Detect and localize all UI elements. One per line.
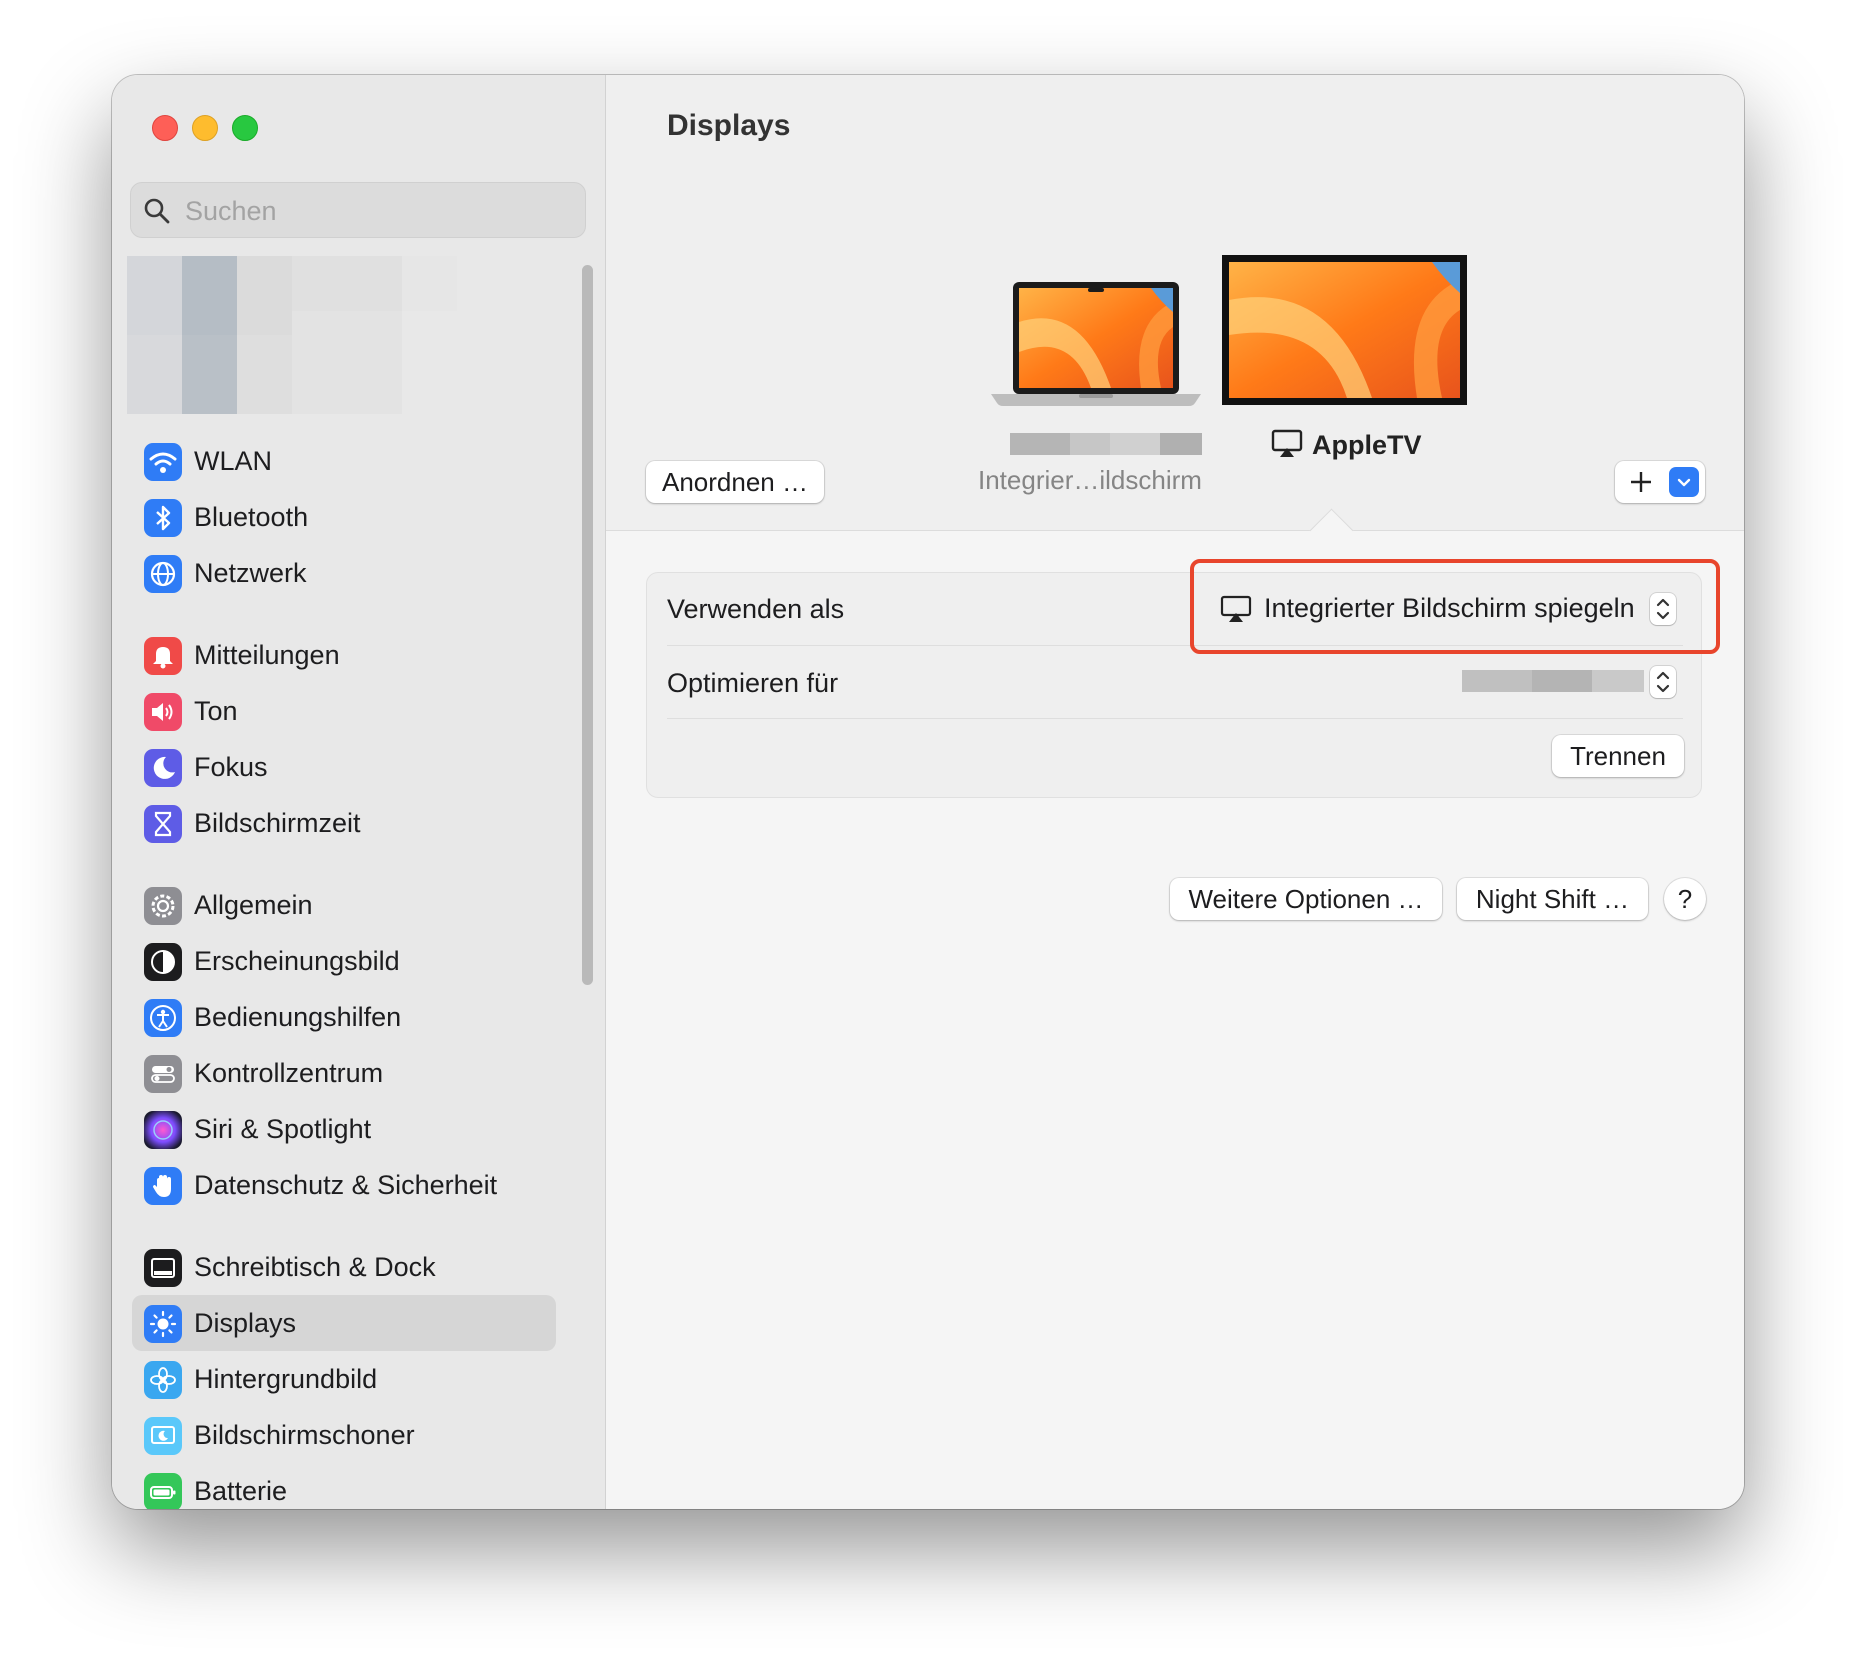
sidebar-item-bluetooth[interactable]: Bluetooth xyxy=(132,489,556,545)
more-options-button[interactable]: Weitere Optionen … xyxy=(1170,878,1442,920)
sun-icon xyxy=(144,1305,182,1343)
sidebar-item-bildschirmzeit[interactable]: Bildschirmzeit xyxy=(132,795,556,851)
plus-icon xyxy=(1631,472,1651,492)
sidebar-item-label: Displays xyxy=(194,1308,297,1338)
sidebar-item-label: Fokus xyxy=(194,752,268,782)
sidebar-item-label: Kontrollzentrum xyxy=(194,1058,384,1088)
toggles-icon xyxy=(144,1055,182,1093)
builtin-display-label[interactable]: Integrier…ildschirm xyxy=(978,465,1202,496)
sidebar-item-bildschirmschoner[interactable]: Bildschirmschoner xyxy=(132,1407,556,1463)
appletv-display-label[interactable]: AppleTV xyxy=(1312,430,1422,461)
sidebar-item-label: Schreibtisch & Dock xyxy=(194,1252,436,1282)
main-content: Displays Integrier…ildschirm AppleTV Ano… xyxy=(606,75,1744,1509)
zoom-window-button[interactable] xyxy=(232,115,258,141)
sidebar-item-label: Batterie xyxy=(194,1476,288,1506)
bell-icon xyxy=(144,637,182,675)
sidebar-item-label: Bildschirmzeit xyxy=(194,808,361,838)
optimize-for-label: Optimieren für xyxy=(667,668,839,698)
sidebar-item-mitteilungen[interactable]: Mitteilungen xyxy=(132,627,556,683)
sidebar-item-fokus[interactable]: Fokus xyxy=(132,739,556,795)
builtin-display-name-redacted xyxy=(1010,433,1202,455)
battery-icon xyxy=(144,1473,182,1509)
row-divider xyxy=(667,718,1683,719)
close-window-button[interactable] xyxy=(152,115,178,141)
help-button[interactable]: ? xyxy=(1664,878,1706,920)
appearance-icon xyxy=(144,943,182,981)
sidebar-item-label: Bedienungshilfen xyxy=(194,1002,402,1032)
sidebar-item-label: Erscheinungsbild xyxy=(194,946,400,976)
sidebar: Suchen WLAN Bluetooth Netzwerk Mitteilun… xyxy=(112,75,606,1509)
sidebar-item-label: Siri & Spotlight xyxy=(194,1114,372,1144)
accessibility-icon xyxy=(144,999,182,1037)
airplay-icon xyxy=(1271,429,1303,457)
account-avatar-pixelated[interactable] xyxy=(127,256,457,414)
screensaver-icon xyxy=(144,1417,182,1455)
sidebar-scrollbar[interactable] xyxy=(582,265,593,985)
system-settings-window: Suchen WLAN Bluetooth Netzwerk Mitteilun… xyxy=(112,75,1744,1509)
sidebar-item-netzwerk[interactable]: Netzwerk xyxy=(132,545,556,601)
sidebar-item-label: Datenschutz & Sicherheit xyxy=(194,1170,498,1200)
add-display-button[interactable] xyxy=(1615,461,1705,503)
add-display-dropdown[interactable] xyxy=(1669,467,1699,497)
appletv-display-thumbnail[interactable] xyxy=(1222,255,1467,405)
arrange-button[interactable]: Anordnen … xyxy=(646,461,824,503)
hand-icon xyxy=(144,1167,182,1205)
optimize-for-stepper[interactable] xyxy=(1650,666,1676,698)
sidebar-item-label: Mitteilungen xyxy=(194,640,340,670)
globe-icon xyxy=(144,555,182,593)
sidebar-item-label: Hintergrundbild xyxy=(194,1364,378,1394)
sidebar-item-label: Bluetooth xyxy=(194,502,309,532)
magnifier-icon xyxy=(144,198,170,224)
search-field[interactable]: Suchen xyxy=(130,182,586,238)
builtin-display-thumbnail[interactable] xyxy=(991,282,1201,407)
sidebar-item-label: Allgemein xyxy=(194,890,313,920)
page-title: Displays xyxy=(667,109,791,142)
sidebar-item-label: Netzwerk xyxy=(194,558,307,588)
sidebar-item-wlan[interactable]: WLAN xyxy=(132,433,556,489)
sidebar-item-schreibtisch-dock[interactable]: Schreibtisch & Dock xyxy=(132,1239,556,1295)
disconnect-button[interactable]: Trennen xyxy=(1552,735,1684,777)
sidebar-item-siri-spotlight[interactable]: Siri & Spotlight xyxy=(132,1101,556,1157)
highlight-annotation xyxy=(1190,559,1720,654)
gear-icon xyxy=(144,887,182,925)
sidebar-item-datenschutz[interactable]: Datenschutz & Sicherheit xyxy=(132,1157,556,1213)
sidebar-item-label: Ton xyxy=(194,696,238,726)
wifi-icon xyxy=(144,443,182,481)
sidebar-item-displays[interactable]: Displays xyxy=(132,1295,556,1351)
sidebar-item-bedienungshilfen[interactable]: Bedienungshilfen xyxy=(132,989,556,1045)
sidebar-item-label: WLAN xyxy=(194,446,273,476)
search-placeholder: Suchen xyxy=(185,196,277,226)
minimize-window-button[interactable] xyxy=(192,115,218,141)
moon-icon xyxy=(144,749,182,787)
use-as-label: Verwenden als xyxy=(667,594,845,624)
optimize-for-value-redacted[interactable] xyxy=(1462,670,1644,692)
sidebar-item-erscheinungsbild[interactable]: Erscheinungsbild xyxy=(132,933,556,989)
night-shift-button[interactable]: Night Shift … xyxy=(1457,878,1648,920)
sidebar-item-allgemein[interactable]: Allgemein xyxy=(132,877,556,933)
updown-chevron-icon xyxy=(1656,671,1670,693)
dock-icon xyxy=(144,1249,182,1287)
sidebar-item-label: Bildschirmschoner xyxy=(194,1420,415,1450)
chevron-down-icon xyxy=(1677,478,1691,487)
bluetooth-icon xyxy=(144,499,182,537)
speaker-icon xyxy=(144,693,182,731)
sidebar-item-ton[interactable]: Ton xyxy=(132,683,556,739)
siri-icon xyxy=(144,1111,182,1149)
sidebar-item-kontrollzentrum[interactable]: Kontrollzentrum xyxy=(132,1045,556,1101)
sidebar-item-batterie[interactable]: Batterie xyxy=(132,1463,556,1509)
flower-icon xyxy=(144,1361,182,1399)
hourglass-icon xyxy=(144,805,182,843)
sidebar-item-hintergrundbild[interactable]: Hintergrundbild xyxy=(132,1351,556,1407)
